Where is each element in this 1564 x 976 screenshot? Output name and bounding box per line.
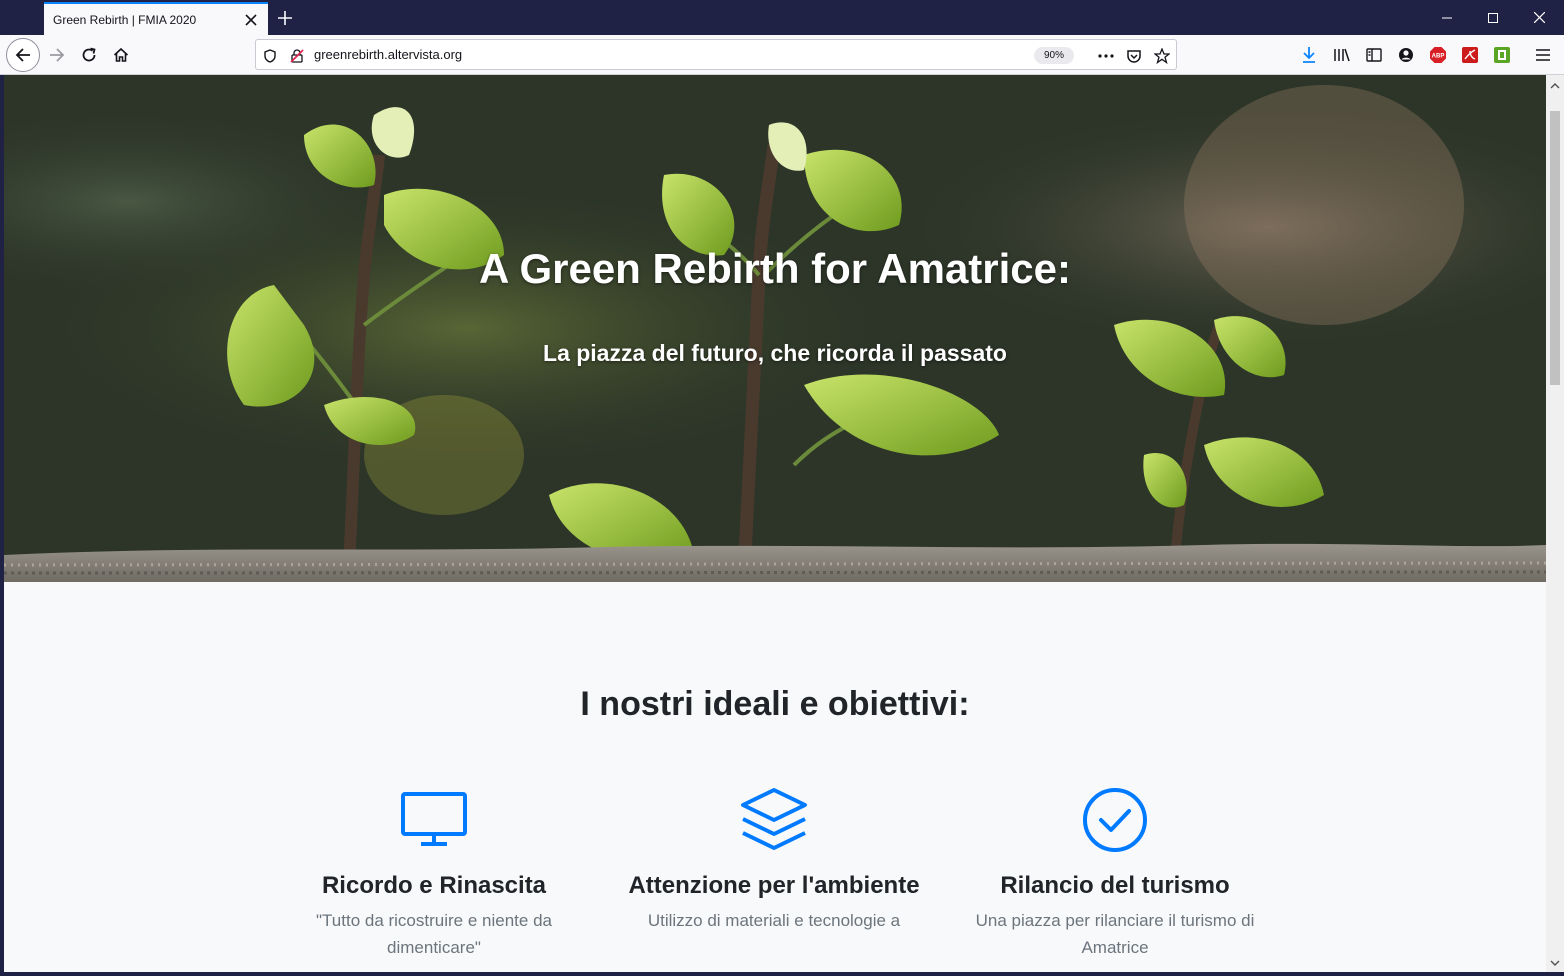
monitor-icon bbox=[399, 785, 469, 855]
maximize-button[interactable] bbox=[1470, 0, 1516, 35]
library-icon[interactable] bbox=[1332, 45, 1352, 65]
browser-tab[interactable]: Green Rebirth | FMIA 2020 bbox=[44, 2, 268, 35]
abp-label: ABP bbox=[1432, 54, 1445, 60]
vertical-scrollbar[interactable] bbox=[1546, 75, 1564, 972]
url-text[interactable]: greenrebirth.altervista.org bbox=[314, 47, 462, 62]
reload-button[interactable] bbox=[72, 38, 106, 72]
hero-title: A Green Rebirth for Amatrice: bbox=[479, 245, 1071, 292]
hero-section: A Green Rebirth for Amatrice: La piazza … bbox=[4, 75, 1546, 582]
adblock-plus-icon[interactable]: ABP bbox=[1428, 45, 1448, 65]
hero-background-image bbox=[4, 75, 1546, 582]
title-bar: Green Rebirth | FMIA 2020 bbox=[0, 0, 1564, 35]
back-button[interactable] bbox=[6, 38, 40, 72]
scroll-up-icon bbox=[1550, 83, 1560, 89]
maximize-icon bbox=[1488, 12, 1498, 23]
feature-title: Ricordo e Rinascita bbox=[321, 872, 547, 899]
check-circle-icon bbox=[1080, 785, 1150, 855]
layers-icon bbox=[739, 785, 809, 855]
evernote-extension-icon[interactable] bbox=[1492, 45, 1512, 65]
minimize-button[interactable] bbox=[1424, 0, 1470, 35]
arrow-right-icon bbox=[50, 48, 65, 62]
plus-icon bbox=[278, 11, 292, 25]
feature-item: Rilancio del turismo Una piazza per rila… bbox=[965, 785, 1265, 961]
reload-icon bbox=[82, 47, 96, 62]
downloads-icon[interactable] bbox=[1299, 45, 1319, 65]
bookmark-star-icon[interactable] bbox=[1152, 46, 1172, 66]
account-icon[interactable] bbox=[1396, 45, 1416, 65]
forward-button[interactable] bbox=[40, 38, 74, 72]
feature-text: Una piazza per rilanciare il turismo di … bbox=[975, 911, 1255, 957]
sidebar-icon[interactable] bbox=[1364, 45, 1384, 65]
feature-item: Attenzione per l'ambiente Utilizzo di ma… bbox=[624, 785, 924, 934]
home-icon bbox=[113, 47, 129, 62]
window-frame-bottom bbox=[0, 972, 1564, 976]
arrow-left-icon bbox=[15, 48, 30, 62]
more-actions-icon[interactable] bbox=[1096, 46, 1116, 66]
scroll-down-icon bbox=[1550, 960, 1560, 966]
close-icon bbox=[1533, 12, 1545, 23]
pdf-extension-icon[interactable] bbox=[1460, 45, 1480, 65]
hamburger-menu-icon[interactable] bbox=[1533, 45, 1553, 65]
feature-item: Ricordo e Rinascita "Tutto da ricostruir… bbox=[284, 785, 584, 961]
pocket-icon[interactable] bbox=[1124, 46, 1144, 66]
tab-title: Green Rebirth | FMIA 2020 bbox=[53, 12, 197, 27]
zoom-badge[interactable]: 90% bbox=[1034, 47, 1074, 64]
insecure-lock-icon[interactable] bbox=[287, 46, 307, 66]
minimize-icon bbox=[1442, 17, 1452, 18]
new-tab-button[interactable] bbox=[272, 5, 298, 31]
address-bar[interactable]: greenrebirth.altervista.org 90% bbox=[255, 39, 1177, 70]
feature-text: "Tutto da ricostruire e niente da diment… bbox=[316, 911, 552, 957]
feature-title: Rilancio del turismo bbox=[1000, 872, 1230, 899]
page-viewport: A Green Rebirth for Amatrice: La piazza … bbox=[4, 75, 1546, 972]
navigation-toolbar: greenrebirth.altervista.org 90% ABP bbox=[0, 35, 1564, 75]
section-title: I nostri ideali e obiettivi: bbox=[580, 685, 970, 723]
hero-subtitle: La piazza del futuro, che ricorda il pas… bbox=[543, 340, 1007, 366]
shield-icon[interactable] bbox=[260, 46, 280, 66]
home-button[interactable] bbox=[104, 38, 138, 72]
tab-close-icon[interactable] bbox=[240, 9, 262, 31]
close-window-button[interactable] bbox=[1516, 0, 1562, 35]
scroll-thumb[interactable] bbox=[1550, 111, 1560, 385]
feature-text: Utilizzo di materiali e tecnologie a bbox=[647, 911, 901, 930]
feature-title: Attenzione per l'ambiente bbox=[628, 872, 920, 899]
